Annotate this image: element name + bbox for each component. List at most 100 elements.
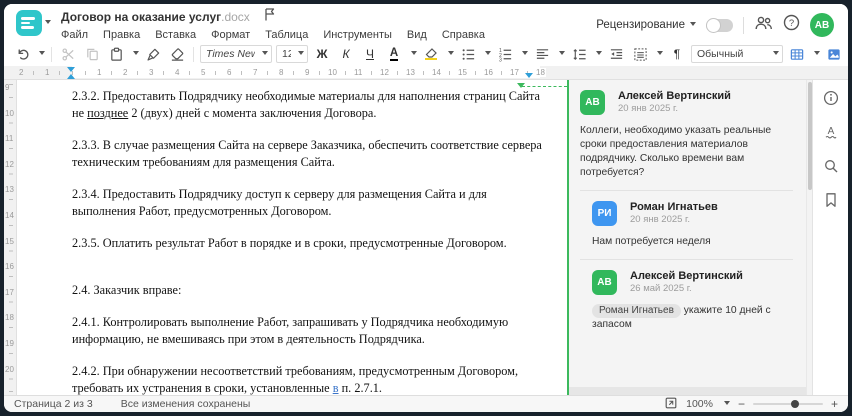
ruler-number: 12 xyxy=(5,158,14,170)
vertical-ruler: 9 10 11 12 13 14 15 16 17 18 19 20 xyxy=(4,80,17,395)
paragraph[interactable]: 2.3.2. Предоставить Подрядчику необходим… xyxy=(72,88,542,121)
page-indicator[interactable]: Страница 2 из 3 xyxy=(14,398,93,410)
paragraph[interactable]: 2.3.3. В случае размещения Сайта на серв… xyxy=(72,137,542,170)
search-icon[interactable] xyxy=(823,158,839,179)
comment-reply-item[interactable]: АВ Алексей Вертинский 26 май 2025 г. Ром… xyxy=(592,270,793,332)
favorite-flag-icon[interactable] xyxy=(264,7,275,26)
document-page[interactable]: 2.3.2. Предоставить Подрядчику необходим… xyxy=(17,80,567,395)
paste-button[interactable] xyxy=(106,44,126,64)
zoom-slider[interactable] xyxy=(752,400,823,408)
header-divider xyxy=(743,16,744,34)
paragraph-text: 2.3.4. Предоставить Подрядчику доступ к … xyxy=(72,187,487,218)
bullet-list-button[interactable] xyxy=(458,44,478,64)
menu-item-help[interactable]: Справка xyxy=(442,29,485,41)
undo-button[interactable] xyxy=(12,44,32,64)
collaborators-icon[interactable] xyxy=(754,15,773,36)
right-sidebar: А xyxy=(812,80,848,395)
paragraph[interactable]: 2.4.2. При обнаружении несоответствий тр… xyxy=(72,363,542,395)
align-left-button[interactable] xyxy=(532,44,552,64)
nonprinting-chars-button[interactable]: ¶ xyxy=(667,44,687,64)
font-size-caret-icon[interactable] xyxy=(298,50,304,58)
paragraph-borders-button[interactable] xyxy=(630,44,650,64)
undo-dropdown-caret-icon[interactable] xyxy=(39,50,45,58)
paragraph[interactable]: 2.4. Заказчик вправе: xyxy=(72,282,542,299)
paragraph-text: 2.4.1. Контролировать выполнение Работ, … xyxy=(72,315,509,346)
numbered-list-caret-icon[interactable] xyxy=(522,50,528,58)
bookmark-icon[interactable] xyxy=(823,192,839,213)
italic-button[interactable]: К xyxy=(336,44,356,64)
logo-menu-caret-icon[interactable] xyxy=(45,20,51,27)
spellcheck-icon[interactable]: А xyxy=(823,124,839,145)
font-size-select[interactable]: 12 xyxy=(276,45,308,63)
panel-scroll-track[interactable] xyxy=(569,387,806,395)
review-mode-label[interactable]: Рецензирование xyxy=(596,19,685,31)
menu-item-file[interactable]: Файл xyxy=(61,29,88,41)
paragraph-text: 2.4. Заказчик вправе: xyxy=(72,282,182,297)
menu-item-insert[interactable]: Вставка xyxy=(155,29,196,41)
paragraph-text: 2.3.3. В случае размещения Сайта на серв… xyxy=(72,138,542,169)
fit-width-icon[interactable] xyxy=(664,396,678,413)
table-caret-icon[interactable] xyxy=(814,50,820,58)
svg-text:3: 3 xyxy=(498,57,501,61)
paste-dropdown-caret-icon[interactable] xyxy=(133,50,139,58)
image-button[interactable] xyxy=(824,44,844,64)
comment-date: 20 янв 2025 г. xyxy=(618,103,679,114)
decrease-indent-button[interactable] xyxy=(606,44,626,64)
font-family-select[interactable]: Times New ... xyxy=(200,45,272,63)
user-avatar[interactable]: АВ xyxy=(810,13,834,37)
app-logo-icon[interactable] xyxy=(16,10,42,36)
mention-chip[interactable]: Роман Игнатьев xyxy=(592,304,681,318)
comment-date: 26 май 2025 г. xyxy=(630,283,692,294)
style-caret-icon[interactable] xyxy=(773,50,779,58)
copy-button[interactable] xyxy=(82,44,102,64)
paragraph-spacer[interactable] xyxy=(72,268,542,282)
zoom-caret-icon[interactable] xyxy=(723,400,730,408)
comment-thread: АВ Алексей Вертинский 20 янв 2025 г. Кол… xyxy=(569,80,806,332)
paragraph-text: 2.3.5. Оплатить результат Работ в порядк… xyxy=(72,236,507,250)
paragraph-style-select[interactable]: Обычный xyxy=(691,45,783,63)
table-button[interactable] xyxy=(787,44,807,64)
status-bar: Страница 2 из 3 Все изменения сохранены … xyxy=(4,395,848,412)
paragraph[interactable]: 2.3.4. Предоставить Подрядчику доступ к … xyxy=(72,186,542,219)
comment-reply-item[interactable]: РИ Роман Игнатьев 20 янв 2025 г. Нам пот… xyxy=(592,201,793,249)
menu-bar: Файл Правка Вставка Формат Таблица Инстр… xyxy=(61,26,596,43)
font-color-button[interactable]: А xyxy=(384,44,404,64)
line-spacing-caret-icon[interactable] xyxy=(596,50,602,58)
paragraph[interactable]: 2.3.5. Оплатить результат Работ в порядк… xyxy=(72,235,542,252)
format-painter-button[interactable] xyxy=(143,44,163,64)
comment-item[interactable]: АВ Алексей Вертинский 20 янв 2025 г. Кол… xyxy=(580,90,793,180)
cut-button[interactable] xyxy=(58,44,78,64)
paragraph[interactable]: 2.4.1. Контролировать выполнение Работ, … xyxy=(72,314,542,347)
info-icon[interactable] xyxy=(823,90,839,111)
tracked-change-text: позднее xyxy=(87,105,129,120)
underline-button[interactable]: Ч xyxy=(360,44,380,64)
highlight-button[interactable] xyxy=(421,44,441,64)
help-icon[interactable]: ? xyxy=(783,14,800,36)
zoom-out-button[interactable]: − xyxy=(738,398,745,410)
paragraph-borders-caret-icon[interactable] xyxy=(657,50,663,58)
ruler-number: 14 xyxy=(5,210,14,221)
review-toggle[interactable] xyxy=(706,17,733,33)
line-spacing-button[interactable] xyxy=(569,44,589,64)
ruler-number: 13 xyxy=(405,68,416,77)
zoom-value[interactable]: 100% xyxy=(686,398,713,410)
highlight-caret-icon[interactable] xyxy=(448,50,454,58)
zoom-in-button[interactable]: + xyxy=(831,398,838,410)
left-indent-marker[interactable] xyxy=(67,70,75,79)
align-caret-icon[interactable] xyxy=(559,50,565,58)
bold-button[interactable]: Ж xyxy=(312,44,332,64)
menu-item-table[interactable]: Таблица xyxy=(265,29,308,41)
menu-item-tools[interactable]: Инструменты xyxy=(323,29,392,41)
zoom-slider-handle[interactable] xyxy=(790,400,799,408)
font-color-caret-icon[interactable] xyxy=(411,50,417,58)
header: Договор на оказание услуг .docx Файл Пра… xyxy=(4,4,848,42)
menu-item-edit[interactable]: Правка xyxy=(103,29,140,41)
menu-item-format[interactable]: Формат xyxy=(211,29,250,41)
clear-style-button[interactable] xyxy=(167,44,187,64)
numbered-list-button[interactable]: 123 xyxy=(495,44,515,64)
menu-item-view[interactable]: Вид xyxy=(407,29,427,41)
font-family-caret-icon[interactable] xyxy=(262,50,268,58)
review-dropdown-caret-icon[interactable] xyxy=(690,21,696,29)
svg-text:А: А xyxy=(827,126,834,137)
bullet-list-caret-icon[interactable] xyxy=(485,50,491,58)
